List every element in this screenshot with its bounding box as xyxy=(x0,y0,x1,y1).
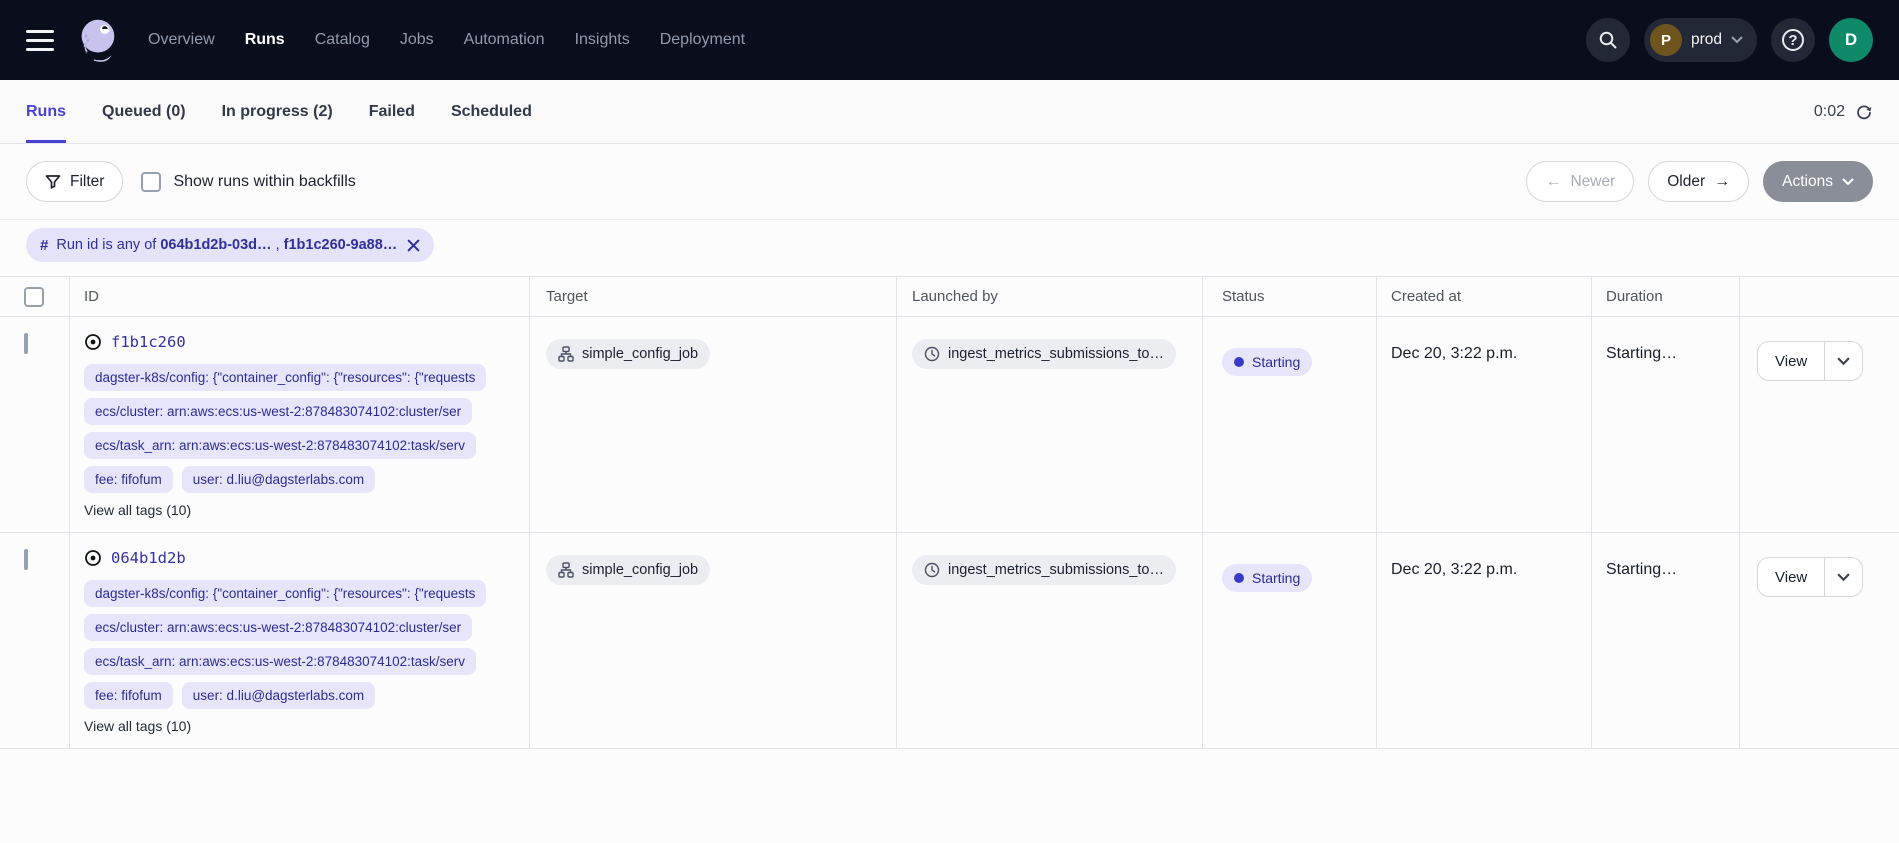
created-at-value: Dec 20, 3:22 p.m. xyxy=(1391,345,1517,362)
launched-by-pill[interactable]: ingest_metrics_submissions_to… xyxy=(912,339,1176,369)
row-checkbox[interactable] xyxy=(24,549,28,570)
view-button[interactable]: View xyxy=(1758,558,1824,596)
run-tag[interactable]: ecs/cluster: arn:aws:ecs:us-west-2:87848… xyxy=(84,398,472,425)
refresh-countdown: 0:02 xyxy=(1814,103,1845,121)
launched-by-pill[interactable]: ingest_metrics_submissions_to… xyxy=(912,555,1176,585)
clock-icon xyxy=(924,346,940,362)
top-nav: Overview Runs Catalog Jobs Automation In… xyxy=(0,0,1899,80)
filter-button[interactable]: Filter xyxy=(26,161,123,202)
remove-filter-icon[interactable] xyxy=(407,239,420,252)
show-backfills-checkbox[interactable] xyxy=(141,172,161,192)
job-sitemap-icon xyxy=(558,346,574,362)
run-tag[interactable]: dagster-k8s/config: {"container_config":… xyxy=(84,580,486,607)
nav-right-cluster: P prod ? D xyxy=(1586,18,1873,62)
run-id-link[interactable]: f1b1c260 xyxy=(111,333,186,351)
duration-value: Starting… xyxy=(1606,345,1677,362)
runs-tabs: Runs Queued (0) In progress (2) Failed S… xyxy=(26,80,532,143)
duration-value: Starting… xyxy=(1606,561,1677,578)
column-header-duration: Duration xyxy=(1592,277,1740,316)
run-id-filter-chip[interactable]: # Run id is any of 064b1d2b-03d… , f1b1c… xyxy=(26,228,434,262)
tab-queued[interactable]: Queued (0) xyxy=(102,80,186,143)
show-backfills-toggle[interactable]: Show runs within backfills xyxy=(141,172,355,192)
view-all-tags-link[interactable]: View all tags (10) xyxy=(84,502,529,518)
runs-tabs-row: Runs Queued (0) In progress (2) Failed S… xyxy=(0,80,1899,144)
arrow-right-icon: → xyxy=(1714,173,1730,191)
view-all-tags-link[interactable]: View all tags (10) xyxy=(84,718,529,734)
column-header-created-at: Created at xyxy=(1377,277,1592,316)
nav-item-overview[interactable]: Overview xyxy=(148,31,215,49)
run-starting-spinner-icon xyxy=(84,333,102,351)
run-id-link[interactable]: 064b1d2b xyxy=(111,549,186,567)
nav-item-deployment[interactable]: Deployment xyxy=(660,31,745,49)
view-button[interactable]: View xyxy=(1758,342,1824,380)
tab-runs[interactable]: Runs xyxy=(26,80,66,143)
filter-icon xyxy=(45,174,61,190)
chevron-down-icon xyxy=(1731,36,1743,44)
refresh-icon[interactable] xyxy=(1855,103,1873,121)
created-at-value: Dec 20, 3:22 p.m. xyxy=(1391,561,1517,578)
column-header-target: Target xyxy=(530,277,897,316)
tab-in-progress[interactable]: In progress (2) xyxy=(222,80,333,143)
deployment-avatar: P xyxy=(1650,24,1682,56)
tab-scheduled[interactable]: Scheduled xyxy=(451,80,532,143)
nav-item-runs[interactable]: Runs xyxy=(245,31,285,49)
search-icon xyxy=(1598,30,1618,50)
arrow-left-icon: ← xyxy=(1545,173,1561,191)
table-row: 064b1d2b dagster-k8s/config: {"container… xyxy=(0,533,1899,749)
column-header-id: ID xyxy=(70,277,530,316)
target-job-pill[interactable]: simple_config_job xyxy=(546,339,710,369)
tab-failed[interactable]: Failed xyxy=(369,80,415,143)
runs-table: ID Target Launched by Status Created at … xyxy=(0,276,1899,749)
column-header-status: Status xyxy=(1203,277,1377,316)
run-tag[interactable]: ecs/cluster: arn:aws:ecs:us-west-2:87848… xyxy=(84,614,472,641)
actions-button[interactable]: Actions xyxy=(1763,161,1873,202)
column-header-launched-by: Launched by xyxy=(897,277,1203,316)
table-header-row: ID Target Launched by Status Created at … xyxy=(0,277,1899,317)
status-dot-icon xyxy=(1234,573,1244,583)
nav-item-jobs[interactable]: Jobs xyxy=(400,31,434,49)
select-all-checkbox[interactable] xyxy=(24,287,44,307)
view-more-chevron-button[interactable] xyxy=(1824,558,1862,596)
search-button[interactable] xyxy=(1586,18,1630,62)
nav-item-catalog[interactable]: Catalog xyxy=(315,31,370,49)
nav-item-automation[interactable]: Automation xyxy=(464,31,545,49)
status-dot-icon xyxy=(1234,357,1244,367)
clock-icon xyxy=(924,562,940,578)
job-sitemap-icon xyxy=(558,562,574,578)
run-tag[interactable]: fee: fifofum xyxy=(84,466,173,493)
older-button[interactable]: Older → xyxy=(1648,161,1749,202)
nav-item-insights[interactable]: Insights xyxy=(575,31,630,49)
hash-icon: # xyxy=(40,237,48,254)
run-tag[interactable]: user: d.liu@dagsterlabs.com xyxy=(182,466,375,493)
view-split-button: View xyxy=(1757,341,1863,381)
run-tag[interactable]: user: d.liu@dagsterlabs.com xyxy=(182,682,375,709)
filter-chip-text: Run id is any of 064b1d2b-03d… , f1b1c26… xyxy=(56,237,397,253)
show-backfills-label: Show runs within backfills xyxy=(173,173,355,191)
view-split-button: View xyxy=(1757,557,1863,597)
status-badge[interactable]: Starting xyxy=(1222,348,1312,376)
deployment-switcher[interactable]: P prod xyxy=(1644,18,1757,62)
run-tag[interactable]: ecs/task_arn: arn:aws:ecs:us-west-2:8784… xyxy=(84,432,476,459)
dagster-logo[interactable] xyxy=(72,12,122,68)
run-tag[interactable]: dagster-k8s/config: {"container_config":… xyxy=(84,364,486,391)
table-row: f1b1c260 dagster-k8s/config: {"container… xyxy=(0,317,1899,533)
run-tag[interactable]: ecs/task_arn: arn:aws:ecs:us-west-2:8784… xyxy=(84,648,476,675)
view-more-chevron-button[interactable] xyxy=(1824,342,1862,380)
primary-nav: Overview Runs Catalog Jobs Automation In… xyxy=(148,31,745,49)
deployment-name: prod xyxy=(1691,31,1722,49)
target-job-pill[interactable]: simple_config_job xyxy=(546,555,710,585)
status-badge[interactable]: Starting xyxy=(1222,564,1312,592)
menu-icon[interactable] xyxy=(26,30,54,51)
run-tag[interactable]: fee: fifofum xyxy=(84,682,173,709)
newer-button[interactable]: ← Newer xyxy=(1526,161,1634,202)
runs-toolbar: Filter Show runs within backfills ← Newe… xyxy=(0,144,1899,220)
active-filters-row: # Run id is any of 064b1d2b-03d… , f1b1c… xyxy=(0,220,1899,276)
help-button[interactable]: ? xyxy=(1771,18,1815,62)
run-starting-spinner-icon xyxy=(84,549,102,567)
chevron-down-icon xyxy=(1842,178,1854,186)
help-icon: ? xyxy=(1782,29,1804,51)
user-avatar[interactable]: D xyxy=(1829,18,1873,62)
row-checkbox[interactable] xyxy=(24,333,28,354)
